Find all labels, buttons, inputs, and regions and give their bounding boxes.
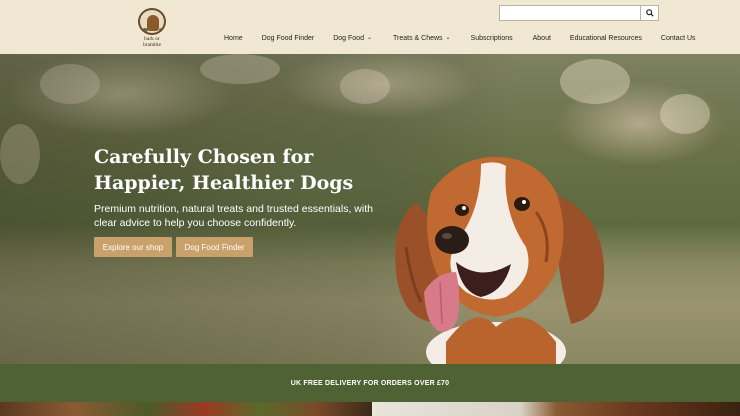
search-bar bbox=[499, 5, 659, 21]
nav-item-label: Treats & Chews bbox=[393, 34, 443, 42]
site-header: bark or bramble Home Dog Food Finder Dog… bbox=[0, 0, 740, 54]
search-button[interactable] bbox=[640, 5, 659, 21]
main-nav: Home Dog Food Finder Dog Food ⌄ Treats &… bbox=[224, 33, 696, 43]
nav-item-contact-us[interactable]: Contact Us bbox=[661, 35, 696, 42]
nav-item-label: Contact Us bbox=[660, 34, 696, 42]
logo-text: bark or bramble bbox=[143, 36, 161, 48]
brand-logo[interactable]: bark or bramble bbox=[132, 8, 172, 48]
nav-item-subscriptions[interactable]: Subscriptions bbox=[471, 35, 513, 42]
search-icon bbox=[645, 9, 654, 17]
banner-text: UK FREE DELIVERY FOR ORDERS OVER £70 bbox=[290, 379, 450, 387]
logo-text-line2: bramble bbox=[142, 42, 162, 48]
nav-item-label: Home bbox=[224, 34, 243, 42]
explore-shop-button[interactable]: Explore our shop bbox=[94, 237, 172, 257]
nav-item-label: About bbox=[532, 34, 551, 42]
logo-badge-icon bbox=[138, 8, 166, 35]
product-preview-strip bbox=[0, 402, 740, 416]
dog-food-finder-button[interactable]: Dog Food Finder bbox=[176, 237, 253, 257]
dog-photo-image[interactable] bbox=[374, 402, 740, 416]
nav-item-educational-resources[interactable]: Educational Resources bbox=[570, 35, 642, 42]
nav-item-label: Dog Food Finder bbox=[261, 34, 315, 42]
chevron-down-icon: ⌄ bbox=[445, 35, 451, 41]
spaniel-dog-image bbox=[395, 157, 605, 364]
nav-item-label: Subscriptions bbox=[470, 34, 513, 42]
nav-item-dog-food-finder[interactable]: Dog Food Finder bbox=[262, 35, 315, 42]
chevron-down-icon: ⌄ bbox=[366, 35, 372, 41]
nav-item-home[interactable]: Home bbox=[224, 35, 243, 42]
hero-section: Carefully Chosen for Happier, Healthier … bbox=[0, 54, 740, 364]
search-input[interactable] bbox=[499, 5, 640, 21]
free-delivery-banner: UK FREE DELIVERY FOR ORDERS OVER £70 bbox=[0, 364, 740, 402]
nav-item-treats-chews[interactable]: Treats & Chews ⌄ bbox=[393, 35, 451, 42]
nav-item-about[interactable]: About bbox=[533, 35, 551, 42]
hero-title: Carefully Chosen for Happier, Healthier … bbox=[94, 146, 354, 194]
nav-item-label: Dog Food bbox=[333, 34, 364, 42]
food-bowl-image[interactable] bbox=[0, 402, 372, 416]
nav-item-dog-food[interactable]: Dog Food ⌄ bbox=[333, 35, 372, 42]
hero-subtitle: Premium nutrition, natural treats and tr… bbox=[94, 203, 373, 229]
nav-item-label: Educational Resources bbox=[569, 34, 642, 42]
